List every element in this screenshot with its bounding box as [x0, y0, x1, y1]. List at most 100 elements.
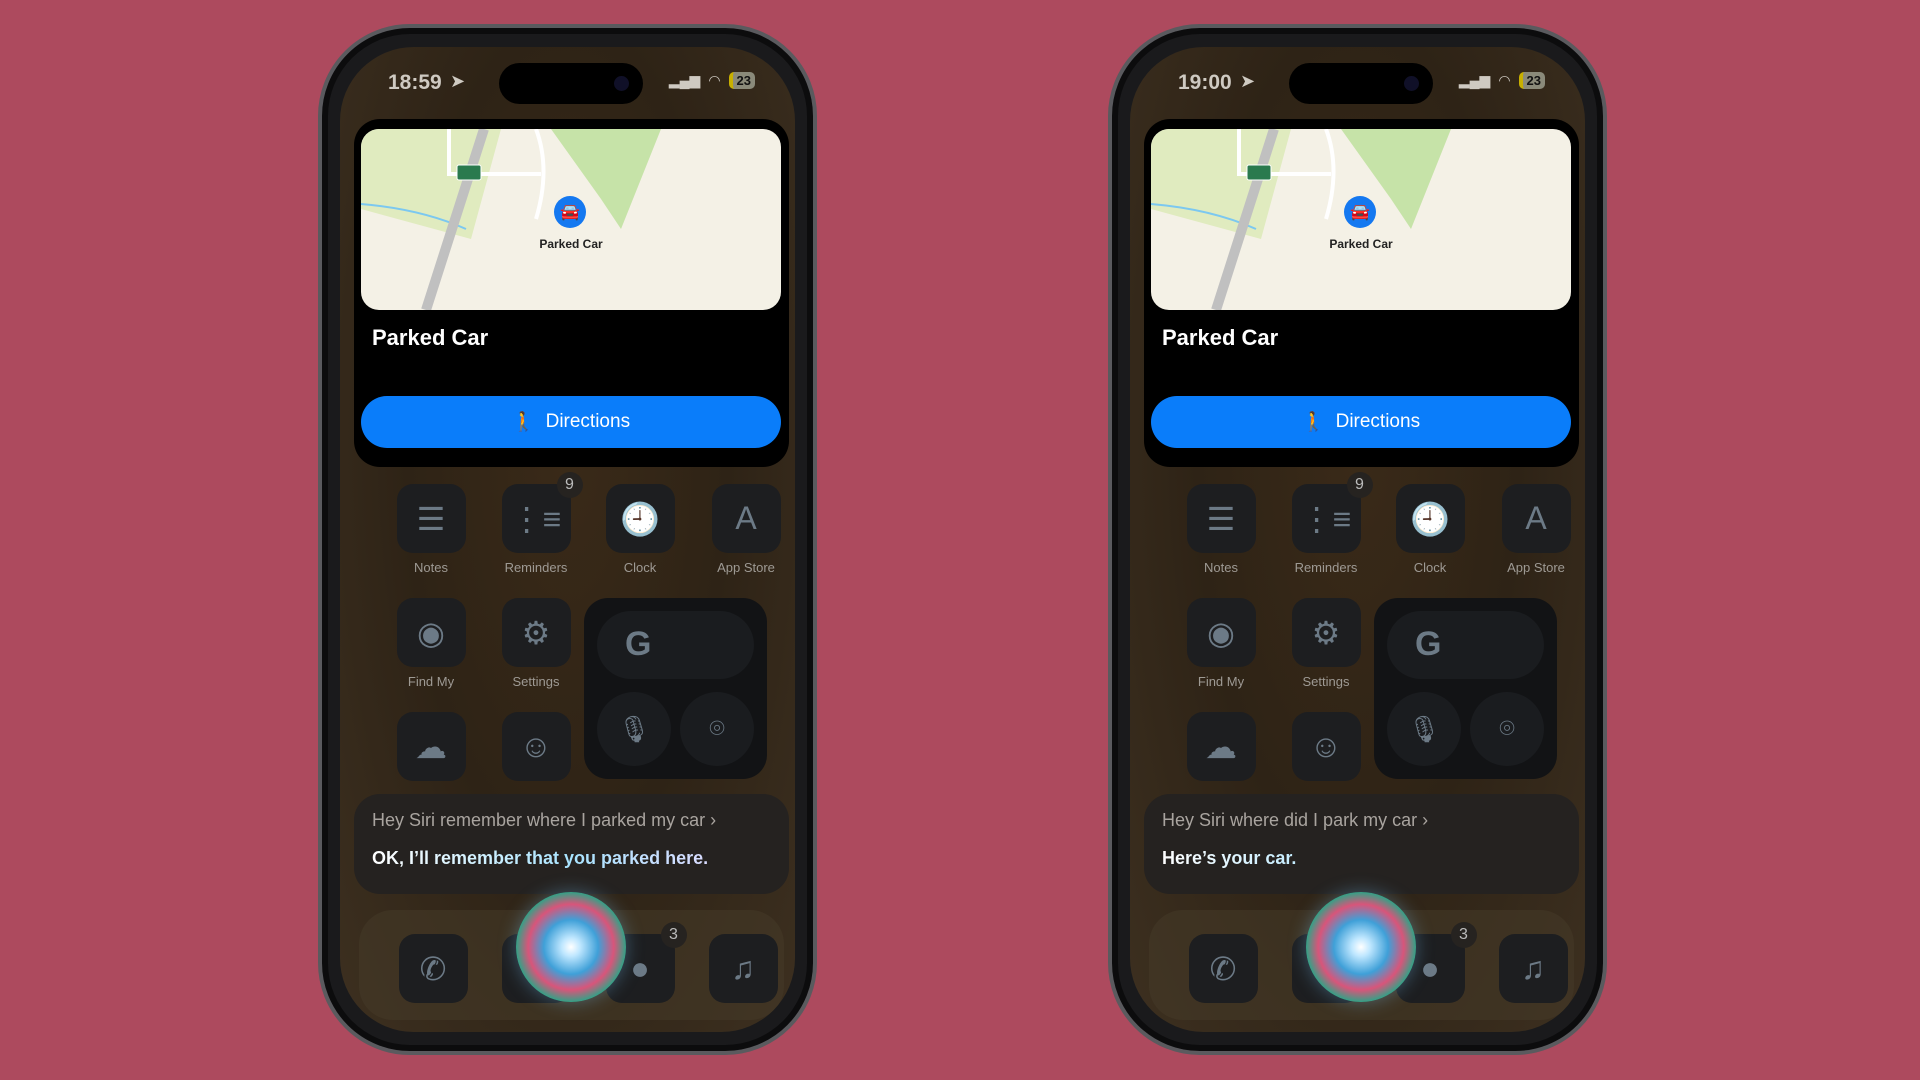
weather-icon: ☁: [396, 712, 466, 781]
phone-screenshot: 19:00 ➤ ▂▄▆ ◠ 23 🚘 Parked Car Parked Car 🚶…: [1108, 24, 1607, 1055]
notification-badge: 3: [1450, 922, 1477, 948]
phone-icon: ✆: [398, 934, 468, 1003]
signal-icon: ▂▄▆: [1458, 72, 1491, 88]
settings-icon: ⚙: [501, 598, 571, 667]
notification-badge: 9: [556, 472, 583, 498]
music-icon: ♫: [708, 934, 778, 1003]
phone-screenshot: 18:59 ➤ ▂▄▆ ◠ 23 🚘 Parked Car Parked Car 🚶…: [318, 24, 817, 1055]
app-label: Find My: [1197, 674, 1245, 689]
app-weather[interactable]: ☁: [379, 712, 483, 781]
siri-orb-icon[interactable]: [516, 892, 626, 1002]
directions-button[interactable]: 🚶 Directions: [361, 396, 781, 448]
siri-query[interactable]: Hey Siri where did I park my car ›: [1162, 810, 1561, 831]
reminders-icon: ⋮≡ 9: [1291, 472, 1373, 553]
home-screen: 19:00 ➤ ▂▄▆ ◠ 23 🚘 Parked Car Parked Car 🚶…: [1130, 47, 1585, 1032]
status-icons: ▂▄▆ ◠ 23: [669, 72, 755, 89]
home-screen: 18:59 ➤ ▂▄▆ ◠ 23 🚘 Parked Car Parked Car 🚶…: [340, 47, 795, 1032]
app-label: Notes: [1204, 560, 1238, 575]
lens-camera-icon[interactable]: ⌾: [680, 692, 754, 766]
app-reminders[interactable]: ⋮≡ 9 Reminders: [484, 472, 588, 575]
camera-icon: [1404, 76, 1419, 91]
app-store-icon: A: [1501, 484, 1571, 553]
siri-query[interactable]: Hey Siri remember where I parked my car …: [372, 810, 771, 831]
app-clock[interactable]: 🕘 Clock: [588, 484, 692, 575]
dock-phone[interactable]: ✆: [1171, 934, 1275, 1003]
map-pin-label: Parked Car: [539, 237, 603, 251]
music-icon: ♫: [1498, 934, 1568, 1003]
wifi-icon: ◠: [708, 72, 721, 88]
clock-icon: 🕘: [1395, 484, 1465, 553]
app-settings[interactable]: ⚙ Settings: [1274, 598, 1378, 689]
siri-response-panel[interactable]: Hey Siri remember where I parked my car …: [354, 794, 789, 894]
app-label: Settings: [1302, 674, 1350, 689]
dock-music[interactable]: ♫: [1481, 934, 1585, 1003]
app-label: Clock: [623, 560, 657, 575]
app-faceapp[interactable]: ☺: [1274, 712, 1378, 781]
phone-icon: ✆: [1188, 934, 1258, 1003]
app-notes[interactable]: ☰ Notes: [1169, 484, 1273, 575]
app-weather[interactable]: ☁: [1169, 712, 1273, 781]
app-find-my[interactable]: ◉ Find My: [379, 598, 483, 689]
walking-icon: 🚶: [511, 412, 536, 433]
camera-icon: [614, 76, 629, 91]
card-title: Parked Car: [1162, 325, 1279, 350]
app-faceapp[interactable]: ☺: [484, 712, 588, 781]
status-time: 18:59: [388, 71, 442, 94]
battery-icon: 23: [728, 72, 755, 89]
microphone-icon[interactable]: 🎙: [1387, 692, 1461, 766]
app-find-my[interactable]: ◉ Find My: [1169, 598, 1273, 689]
dock-music[interactable]: ♫: [691, 934, 795, 1003]
dock-phone[interactable]: ✆: [381, 934, 485, 1003]
google-g-icon: G: [1415, 625, 1442, 663]
app-label: Reminders: [504, 560, 568, 575]
google-widget[interactable]: G 🎙 ⌾: [1374, 598, 1557, 779]
app-label: Notes: [414, 560, 448, 575]
siri-response: Here’s your car.: [1162, 848, 1561, 869]
faceapp-icon: ☺: [501, 712, 571, 781]
app-label: App Store: [1507, 560, 1565, 575]
app-label: Find My: [407, 674, 455, 689]
app-label: Reminders: [1294, 560, 1358, 575]
directions-label: Directions: [1335, 411, 1421, 432]
status-time: 19:00: [1178, 71, 1232, 94]
dynamic-island: [1289, 63, 1433, 104]
siri-orb-icon[interactable]: [1306, 892, 1416, 1002]
car-pin-icon[interactable]: 🚘: [1344, 196, 1376, 228]
settings-icon: ⚙: [1291, 598, 1361, 667]
walking-icon: 🚶: [1301, 412, 1326, 433]
app-app-store[interactable]: A App Store: [1484, 484, 1585, 575]
directions-label: Directions: [545, 411, 631, 432]
google-widget[interactable]: G 🎙 ⌾: [584, 598, 767, 779]
map[interactable]: 🚘 Parked Car: [361, 129, 781, 310]
parked-car-card[interactable]: 🚘 Parked Car Parked Car 🚶 Directions: [354, 119, 789, 467]
app-settings[interactable]: ⚙ Settings: [484, 598, 588, 689]
app-label: Clock: [1413, 560, 1447, 575]
clock-icon: 🕘: [605, 484, 675, 553]
find-my-icon: ◉: [396, 598, 466, 667]
app-store-icon: A: [711, 484, 781, 553]
signal-icon: ▂▄▆: [668, 72, 701, 88]
parked-car-card[interactable]: 🚘 Parked Car Parked Car 🚶 Directions: [1144, 119, 1579, 467]
wifi-icon: ◠: [1498, 72, 1511, 88]
notes-icon: ☰: [1186, 484, 1256, 553]
directions-button[interactable]: 🚶 Directions: [1151, 396, 1571, 448]
siri-response: OK, I’ll remember that you parked here.: [372, 848, 771, 869]
google-search-bar[interactable]: G: [1387, 611, 1544, 679]
dynamic-island: [499, 63, 643, 104]
app-clock[interactable]: 🕘 Clock: [1378, 484, 1482, 575]
find-my-icon: ◉: [1186, 598, 1256, 667]
app-reminders[interactable]: ⋮≡ 9 Reminders: [1274, 472, 1378, 575]
app-label: Settings: [512, 674, 560, 689]
map-pin-label: Parked Car: [1329, 237, 1393, 251]
lens-camera-icon[interactable]: ⌾: [1470, 692, 1544, 766]
map[interactable]: 🚘 Parked Car: [1151, 129, 1571, 310]
siri-query-text: Hey Siri remember where I parked my car: [372, 810, 706, 830]
microphone-icon[interactable]: 🎙: [597, 692, 671, 766]
app-notes[interactable]: ☰ Notes: [379, 484, 483, 575]
app-app-store[interactable]: A App Store: [694, 484, 795, 575]
car-pin-icon[interactable]: 🚘: [554, 196, 586, 228]
google-search-bar[interactable]: G: [597, 611, 754, 679]
notes-icon: ☰: [396, 484, 466, 553]
location-arrow-icon: ➤: [1240, 71, 1256, 91]
siri-response-panel[interactable]: Hey Siri where did I park my car › Here’s…: [1144, 794, 1579, 894]
